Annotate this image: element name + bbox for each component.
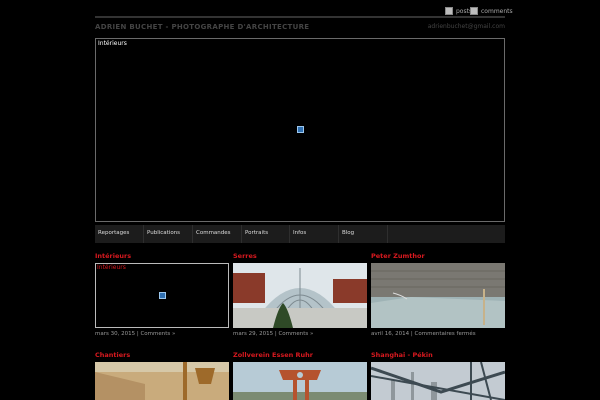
comments-feed-link[interactable]: comments bbox=[470, 6, 513, 16]
post-date: mars 30, 2015 bbox=[95, 331, 136, 337]
post-thumbnail-zollverein[interactable] bbox=[233, 362, 367, 400]
post-title-serres[interactable]: Serres bbox=[233, 252, 257, 260]
post-thumbnail-interieurs[interactable]: Intérieurs bbox=[95, 263, 229, 328]
post-thumbnail-serres[interactable] bbox=[233, 263, 367, 328]
post-title-interieurs[interactable]: Intérieurs bbox=[95, 252, 131, 260]
rss-icon bbox=[470, 7, 478, 15]
post-meta-interieurs: mars 30, 2015 | Comments » bbox=[95, 331, 176, 337]
hero-caption: Intérieurs bbox=[98, 40, 127, 47]
comments-link[interactable]: Comments » bbox=[278, 331, 313, 337]
rss-icon bbox=[445, 7, 453, 15]
contact-email[interactable]: adrienbuchet@gmail.com bbox=[428, 23, 505, 30]
bridge-skyline-photo bbox=[371, 362, 505, 400]
site-title[interactable]: ADRIEN BUCHET - PHOTOGRAPHE D'ARCHITECTU… bbox=[95, 23, 309, 31]
post-thumbnail-chantiers[interactable] bbox=[95, 362, 229, 400]
nav-item-portraits[interactable]: Portraits bbox=[242, 225, 290, 243]
main-navigation: Reportages Publications Commandes Portra… bbox=[95, 225, 505, 243]
post-date: avril 16, 2014 bbox=[371, 331, 410, 337]
nav-item-blog[interactable]: Blog bbox=[339, 225, 388, 243]
hero-slideshow[interactable]: Intérieurs bbox=[95, 38, 505, 222]
missing-media-icon bbox=[159, 292, 166, 299]
post-title-chantiers[interactable]: Chantiers bbox=[95, 351, 130, 359]
nav-item-infos[interactable]: Infos bbox=[290, 225, 339, 243]
header-divider bbox=[95, 16, 505, 18]
construction-site-photo bbox=[95, 362, 229, 400]
thermal-baths-photo bbox=[371, 263, 505, 328]
comments-link[interactable]: Comments » bbox=[140, 331, 175, 337]
nav-item-publications[interactable]: Publications bbox=[144, 225, 193, 243]
post-title-peter-zumthor[interactable]: Peter Zumthor bbox=[371, 252, 425, 260]
mine-tower-photo bbox=[233, 362, 367, 400]
post-meta-serres: mars 29, 2015 | Comments » bbox=[233, 331, 314, 337]
nav-item-reportages[interactable]: Reportages bbox=[95, 225, 144, 243]
post-meta-peter-zumthor: avril 16, 2014 | Commentaires fermés bbox=[371, 331, 476, 337]
post-date: mars 29, 2015 bbox=[233, 331, 274, 337]
comments-link[interactable]: Commentaires fermés bbox=[415, 331, 476, 337]
comments-feed-label: comments bbox=[481, 7, 513, 15]
posts-feed-link[interactable]: posts bbox=[445, 6, 472, 16]
post-title-shanghai-pekin[interactable]: Shanghai - Pékin bbox=[371, 351, 433, 359]
greenhouse-photo bbox=[233, 263, 367, 328]
nav-item-commandes[interactable]: Commandes bbox=[193, 225, 242, 243]
post-thumbnail-shanghai-pekin[interactable] bbox=[371, 362, 505, 400]
post-thumbnail-peter-zumthor[interactable] bbox=[371, 263, 505, 328]
thumbnail-caption: Intérieurs bbox=[97, 264, 126, 271]
missing-media-icon bbox=[297, 126, 304, 133]
post-title-zollverein[interactable]: Zollverein Essen Ruhr bbox=[233, 351, 313, 359]
